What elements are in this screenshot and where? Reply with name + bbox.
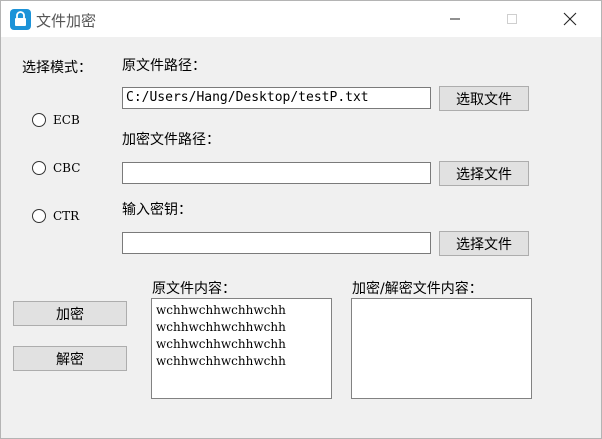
select-encrypted-file-button[interactable]: 选择文件 <box>439 161 529 186</box>
key-label: 输入密钥： <box>122 202 192 218</box>
encrypted-path-label: 加密文件路径： <box>122 132 220 148</box>
close-icon <box>563 12 577 26</box>
encrypted-path-input[interactable] <box>122 162 431 184</box>
source-path-input[interactable]: C:/Users/Hang/Desktop/testP.txt <box>122 87 431 109</box>
close-button[interactable] <box>547 1 593 37</box>
mode-label: 选择模式： <box>22 60 92 76</box>
select-key-file-button[interactable]: 选择文件 <box>439 231 529 256</box>
source-content-textarea[interactable]: wchhwchhwchhwchh wchhwchhwchhwchh wchhwc… <box>151 298 332 399</box>
radio-ctr-label: CTR <box>53 209 80 223</box>
source-content-label: 原文件内容： <box>152 281 236 297</box>
result-content-label: 加密/解密文件内容： <box>352 281 483 297</box>
source-content-line: wchhwchhwchhwchh <box>156 303 286 317</box>
radio-cbc-label: CBC <box>53 161 81 175</box>
radio-cbc[interactable]: CBC <box>32 161 80 175</box>
lock-icon <box>10 9 31 30</box>
maximize-icon <box>507 14 517 24</box>
app-window: 文件加密 选择模式： ECB CBC CTR 原文件路径： C:/Users/H… <box>0 0 602 439</box>
decrypt-button[interactable]: 解密 <box>13 346 127 371</box>
maximize-button[interactable] <box>489 1 535 37</box>
radio-ctr[interactable]: CTR <box>32 209 79 223</box>
radio-ctr-circle[interactable] <box>32 209 46 223</box>
radio-ecb[interactable]: ECB <box>32 113 80 127</box>
source-content-line: wchhwchhwchhwchh <box>156 320 286 334</box>
source-path-label: 原文件路径： <box>122 58 206 74</box>
radio-cbc-circle[interactable] <box>32 161 46 175</box>
window-title: 文件加密 <box>36 12 97 30</box>
encrypt-button[interactable]: 加密 <box>13 301 127 326</box>
radio-ecb-circle[interactable] <box>32 113 46 127</box>
minimize-button[interactable] <box>432 1 478 37</box>
minimize-icon <box>450 18 460 20</box>
select-source-file-button[interactable]: 选取文件 <box>439 86 529 111</box>
result-content-textarea[interactable] <box>351 298 532 399</box>
radio-ecb-label: ECB <box>53 113 80 127</box>
source-content-line: wchhwchhwchhwchh <box>156 354 286 368</box>
title-bar[interactable]: 文件加密 <box>1 1 601 37</box>
key-input[interactable] <box>122 232 431 254</box>
source-content-line: wchhwchhwchhwchh <box>156 337 286 351</box>
